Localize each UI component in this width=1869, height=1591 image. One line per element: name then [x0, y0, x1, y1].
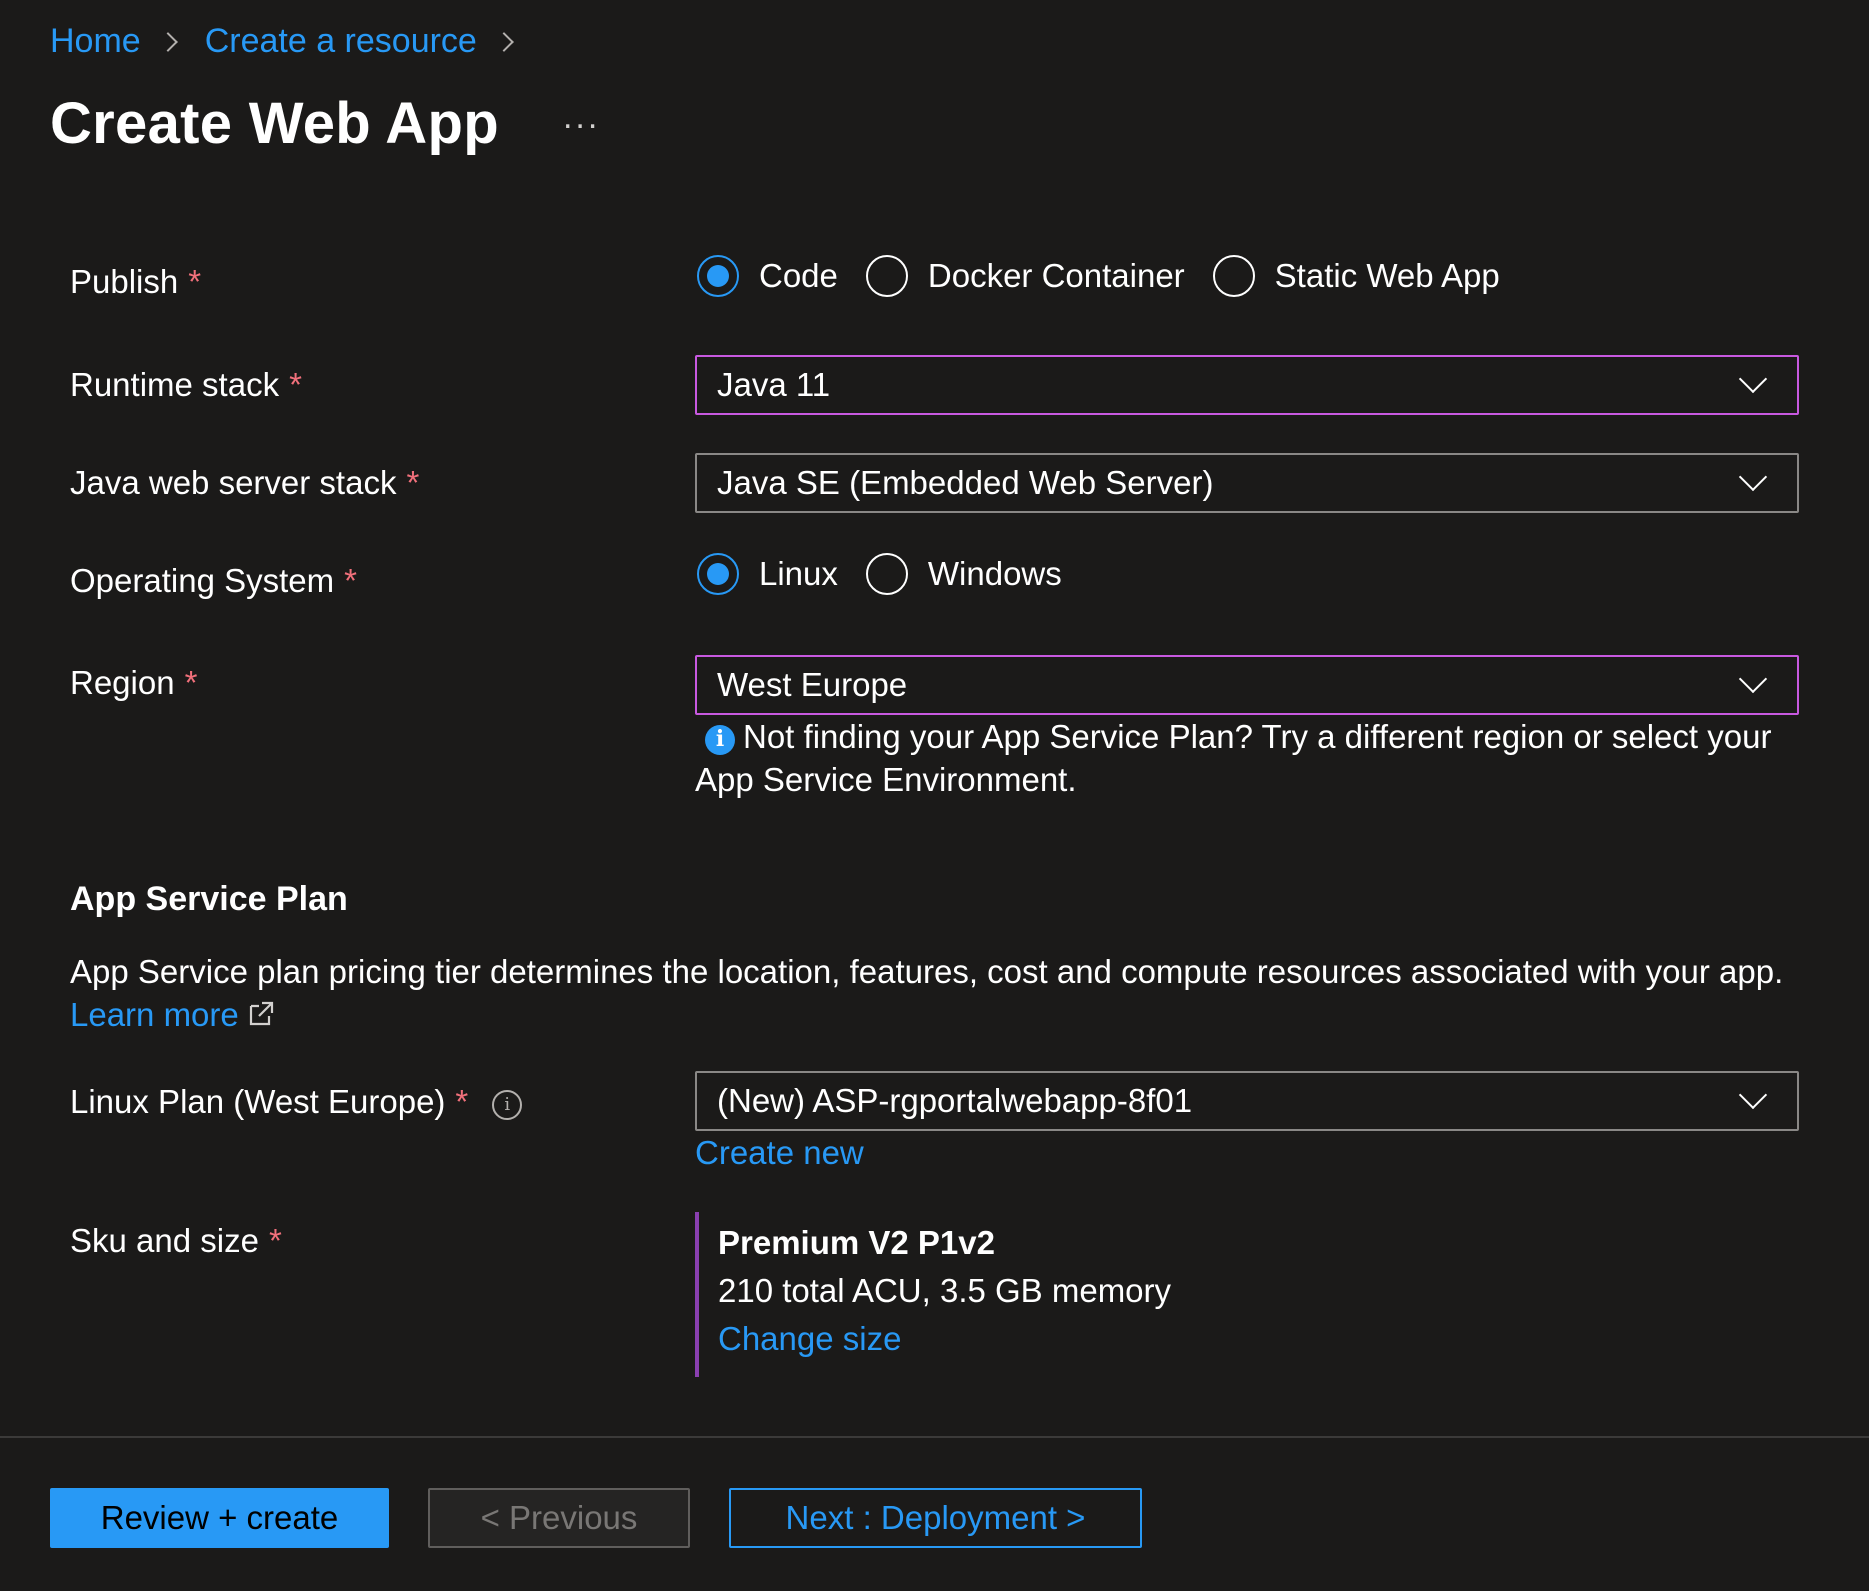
- learn-more-text: Learn more: [70, 996, 239, 1033]
- linux-plan-label: Linux Plan (West Europe) * i: [70, 1083, 523, 1121]
- java-server-dropdown[interactable]: Java SE (Embedded Web Server): [695, 453, 1799, 513]
- linux-plan-value: (New) ASP-rgportalwebapp-8f01: [717, 1082, 1193, 1119]
- more-options-icon[interactable]: ...: [563, 98, 600, 137]
- external-link-icon: [249, 1001, 273, 1026]
- os-label: Operating System *: [70, 562, 357, 600]
- create-new-plan-link[interactable]: Create new: [695, 1134, 864, 1172]
- runtime-stack-label-text: Runtime stack: [70, 366, 280, 403]
- radio-label: Linux: [759, 555, 838, 592]
- java-server-label-text: Java web server stack: [70, 464, 397, 501]
- publish-radio-static[interactable]: Static Web App: [1212, 255, 1500, 297]
- region-dropdown[interactable]: West Europe: [695, 655, 1799, 715]
- runtime-stack-label: Runtime stack *: [70, 366, 302, 404]
- info-icon: i: [705, 724, 735, 755]
- publish-radio-docker[interactable]: Docker Container: [865, 255, 1185, 297]
- breadcrumb-create-resource-link[interactable]: Create a resource: [205, 22, 477, 61]
- review-create-button[interactable]: Review + create: [50, 1488, 389, 1548]
- runtime-stack-dropdown[interactable]: Java 11: [695, 355, 1799, 415]
- publish-radio-group: Code Docker Container Static Web App: [697, 255, 1528, 297]
- app-service-plan-description: App Service plan pricing tier determines…: [70, 950, 1810, 1036]
- region-value: West Europe: [717, 666, 908, 703]
- required-mark: *: [184, 664, 198, 701]
- sku-label-text: Sku and size: [70, 1222, 259, 1259]
- region-info-text: Not finding your App Service Plan? Try a…: [695, 718, 1772, 798]
- linux-plan-label-text: Linux Plan (West Europe): [70, 1083, 446, 1120]
- required-mark: *: [344, 562, 357, 599]
- radio-label: Static Web App: [1274, 257, 1500, 294]
- chevron-down-icon: [1738, 1080, 1768, 1110]
- radio-checked-icon: [697, 255, 739, 297]
- title-row: Create Web App ...: [50, 90, 600, 157]
- chevron-down-icon: [1738, 664, 1768, 694]
- java-server-label: Java web server stack *: [70, 464, 419, 502]
- runtime-stack-value: Java 11: [717, 366, 831, 403]
- region-label: Region *: [70, 664, 197, 702]
- learn-more-link[interactable]: Learn more: [70, 996, 275, 1033]
- chevron-right-icon: [157, 31, 178, 52]
- publish-label-text: Publish: [70, 263, 179, 300]
- footer-divider: [0, 1436, 1869, 1438]
- radio-unchecked-icon: [1212, 255, 1255, 297]
- java-server-value: Java SE (Embedded Web Server): [717, 464, 1214, 501]
- chevron-right-icon: [493, 31, 514, 52]
- sku-detail: 210 total ACU, 3.5 GB memory: [718, 1272, 1172, 1309]
- required-mark: *: [455, 1083, 469, 1120]
- os-radio-linux[interactable]: Linux: [697, 553, 838, 595]
- chevron-down-icon: [1738, 364, 1768, 394]
- os-label-text: Operating System: [70, 562, 335, 599]
- required-mark: *: [289, 366, 302, 403]
- chevron-down-icon: [1738, 462, 1768, 492]
- radio-label: Code: [759, 257, 838, 294]
- sku-name: Premium V2 P1v2: [718, 1224, 995, 1261]
- radio-checked-icon: [697, 553, 739, 595]
- os-radio-group: Linux Windows: [697, 553, 1090, 595]
- region-label-text: Region: [70, 664, 175, 701]
- change-size-link[interactable]: Change size: [718, 1320, 1171, 1358]
- next-deployment-button[interactable]: Next : Deployment >: [729, 1488, 1142, 1548]
- linux-plan-dropdown[interactable]: (New) ASP-rgportalwebapp-8f01: [695, 1071, 1799, 1131]
- radio-unchecked-icon: [865, 553, 908, 595]
- radio-unchecked-icon: [865, 255, 908, 297]
- page-title: Create Web App: [50, 91, 499, 156]
- plan-description-text: App Service plan pricing tier determines…: [70, 953, 1784, 990]
- publish-radio-code[interactable]: Code: [697, 255, 838, 297]
- region-info-note: i Not finding your App Service Plan? Try …: [695, 715, 1805, 801]
- radio-label: Docker Container: [927, 257, 1185, 294]
- sku-summary: Premium V2 P1v2 210 total ACU, 3.5 GB me…: [695, 1212, 1171, 1377]
- app-service-plan-heading: App Service Plan: [70, 880, 348, 918]
- previous-button[interactable]: < Previous: [428, 1488, 690, 1548]
- breadcrumb: Home Create a resource: [50, 22, 541, 61]
- create-web-app-page: Home Create a resource Create Web App ..…: [0, 0, 1869, 1591]
- sku-label: Sku and size *: [70, 1222, 282, 1260]
- required-mark: *: [188, 263, 202, 300]
- required-mark: *: [406, 464, 420, 501]
- required-mark: *: [268, 1222, 282, 1259]
- os-radio-windows[interactable]: Windows: [865, 553, 1062, 595]
- breadcrumb-home-link[interactable]: Home: [50, 22, 141, 61]
- publish-label: Publish *: [70, 263, 201, 301]
- radio-label: Windows: [927, 555, 1062, 592]
- info-circle-icon[interactable]: i: [492, 1089, 523, 1120]
